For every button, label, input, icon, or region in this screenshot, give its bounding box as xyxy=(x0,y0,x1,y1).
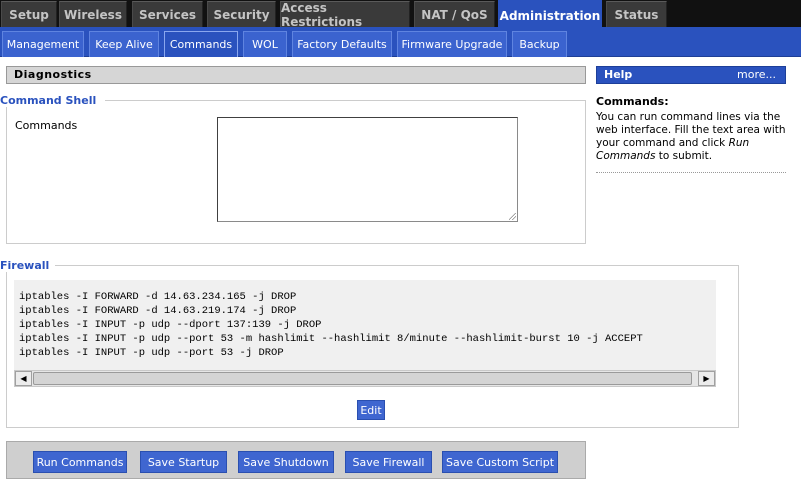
subtab-commands[interactable]: Commands xyxy=(164,31,238,57)
command-shell-legend: Command Shell xyxy=(0,94,103,107)
save-firewall-button[interactable]: Save Firewall xyxy=(345,451,432,473)
commands-label: Commands xyxy=(15,119,78,132)
tab-access-restrictions[interactable]: Access Restrictions xyxy=(280,1,410,29)
tab-setup[interactable]: Setup xyxy=(1,1,57,27)
subtab-wol[interactable]: WOL xyxy=(243,31,287,57)
firewall-legend: Firewall xyxy=(0,259,56,272)
top-nav: Setup Wireless Services Security Access … xyxy=(0,0,801,30)
save-startup-button[interactable]: Save Startup xyxy=(140,451,227,473)
scroll-right-icon[interactable]: ▶ xyxy=(698,371,715,386)
sub-nav: Management Keep Alive Commands WOL Facto… xyxy=(0,30,801,57)
firewall-line: iptables -I FORWARD -d 14.63.219.174 -j … xyxy=(19,305,297,317)
horizontal-scrollbar[interactable]: ◀ ▶ xyxy=(14,370,716,387)
scroll-left-icon[interactable]: ◀ xyxy=(15,371,32,386)
subtab-keep-alive[interactable]: Keep Alive xyxy=(89,31,159,57)
save-shutdown-button[interactable]: Save Shutdown xyxy=(238,451,334,473)
tab-status[interactable]: Status xyxy=(606,1,667,27)
firewall-line: iptables -I INPUT -p udp --dport 137:139… xyxy=(19,319,322,331)
edit-button[interactable]: Edit xyxy=(357,400,385,420)
tab-nat-qos[interactable]: NAT / QoS xyxy=(414,1,495,27)
firewall-line: iptables -I INPUT -p udp --port 53 -m ha… xyxy=(19,333,643,345)
firewall-line: iptables -I INPUT -p udp --port 53 -j DR… xyxy=(19,347,284,359)
tab-services[interactable]: Services xyxy=(132,1,203,27)
tab-security[interactable]: Security xyxy=(207,1,276,27)
scroll-thumb[interactable] xyxy=(33,372,692,385)
help-more-link[interactable]: more... xyxy=(737,67,776,83)
run-commands-button[interactable]: Run Commands xyxy=(33,451,127,473)
resize-grip-icon[interactable] xyxy=(508,212,517,221)
section-title: Diagnostics xyxy=(6,66,586,84)
help-header: Help more... xyxy=(596,66,786,84)
help-heading: Commands: xyxy=(596,95,669,108)
subtab-firmware-upgrade[interactable]: Firmware Upgrade xyxy=(397,31,507,57)
help-text: You can run command lines via the web in… xyxy=(596,111,786,162)
subtab-backup[interactable]: Backup xyxy=(512,31,567,57)
subtab-management[interactable]: Management xyxy=(2,31,84,57)
commands-textarea[interactable] xyxy=(217,117,518,222)
save-custom-script-button[interactable]: Save Custom Script xyxy=(442,451,558,473)
help-title: Help xyxy=(604,68,633,81)
help-divider xyxy=(596,172,786,173)
subtab-factory-defaults[interactable]: Factory Defaults xyxy=(292,31,392,57)
tab-administration[interactable]: Administration xyxy=(498,0,602,30)
tab-wireless[interactable]: Wireless xyxy=(59,1,127,27)
firewall-line: iptables -I FORWARD -d 14.63.234.165 -j … xyxy=(19,291,297,303)
